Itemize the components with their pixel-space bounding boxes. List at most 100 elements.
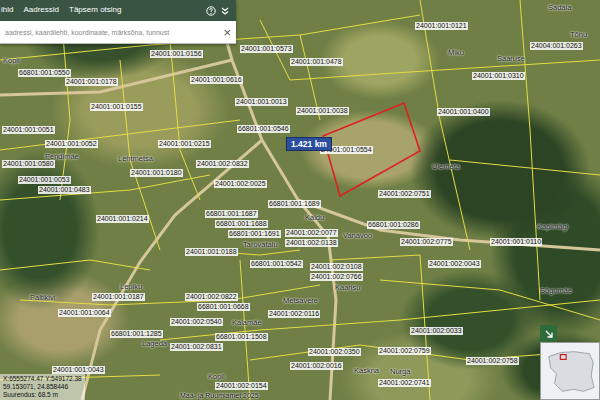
parcel-boundary xyxy=(160,300,600,340)
parcel-label[interactable]: 24001:001:0616 xyxy=(190,76,243,84)
road xyxy=(82,140,262,400)
place-label: Kalamäe xyxy=(232,318,262,327)
parcel-label[interactable]: 24001:001:0043 xyxy=(52,366,105,374)
parcel-label[interactable]: 24001:002:0154 xyxy=(215,382,268,390)
parcel-label[interactable]: 24001:001:0478 xyxy=(290,58,343,66)
parcel-label[interactable]: 66801:001:0668 xyxy=(197,303,250,311)
parcel-label[interactable]: 24001:001:0215 xyxy=(158,140,211,148)
parcel-label[interactable]: 24001:001:0053 xyxy=(18,176,71,184)
parcel-label[interactable]: 24001:002:0016 xyxy=(290,362,343,370)
parcel-label[interactable]: 66801:001:1508 xyxy=(215,333,268,341)
parcel-boundary xyxy=(380,280,600,320)
header-tab[interactable]: Aadressid xyxy=(23,3,59,18)
parcel-label[interactable]: 66801:001:0546 xyxy=(237,125,290,133)
header-tab[interactable]: ihid xyxy=(1,3,13,18)
parcel-label[interactable]: 24001:002:0116 xyxy=(268,310,320,318)
place-label: Tarovatalu xyxy=(243,240,278,249)
header-icons xyxy=(206,6,230,16)
parcel-label[interactable]: 66801:001:1285 xyxy=(110,330,163,338)
parcel-label[interactable]: 24001:002:0138 xyxy=(285,239,338,247)
parcel-boundary xyxy=(0,120,240,150)
place-label: Lepiku xyxy=(120,282,142,291)
parcel-label[interactable]: 24001:001:0214 xyxy=(96,215,149,223)
road xyxy=(298,200,600,250)
parcel-label[interactable]: 24001:002:0025 xyxy=(214,180,267,188)
parcel-label[interactable]: 24001:001:0052 xyxy=(45,140,98,148)
place-label: Nurga xyxy=(390,367,410,376)
parcel-label[interactable]: 66801:001:1688 xyxy=(215,220,268,228)
parcel-label[interactable]: 24001:002:0831 xyxy=(170,343,223,351)
parcel-label[interactable]: 24001:001:0180 xyxy=(130,169,183,177)
parcel-label[interactable]: 66801:001:0542 xyxy=(250,260,303,268)
coordinate-line: Suurendus: 68.5 m xyxy=(3,391,82,399)
help-icon[interactable] xyxy=(206,6,216,16)
parcel-label[interactable]: 24001:002:0741 xyxy=(378,379,431,387)
parcel-label[interactable]: 24001:002:0751 xyxy=(378,190,431,198)
header-bar: ihid Aadressid Täpsem otsing xyxy=(0,0,236,21)
arrow-icon xyxy=(544,329,554,339)
parcel-label[interactable]: 24001:001:0110 xyxy=(490,238,542,246)
parcel-boundary xyxy=(260,20,600,80)
parcel-label[interactable]: 66801:001:1687 xyxy=(205,210,258,218)
parcel-label[interactable]: 24001:002:0759 xyxy=(378,347,431,355)
parcel-label[interactable]: 24001:002:0077 xyxy=(285,229,338,237)
parcel-label[interactable]: 66801:001:0550 xyxy=(18,69,71,77)
parcel-label[interactable]: 24001:002:0832 xyxy=(196,160,249,168)
parcel-label[interactable]: 24001:001:0038 xyxy=(296,107,349,115)
parcel-label[interactable]: 24001:001:0483 xyxy=(38,186,91,194)
parcel-boundary xyxy=(450,160,600,175)
search-panel: ihid Aadressid Täpsem otsing × xyxy=(0,0,236,44)
place-label: Sadala xyxy=(548,3,571,12)
parcel-label[interactable]: 24001:001:0064 xyxy=(58,309,111,317)
parcel-label[interactable]: 24001:001:0400 xyxy=(437,108,490,116)
place-label: Kaarisu xyxy=(335,283,360,292)
parcel-label[interactable]: 24001:002:0775 xyxy=(400,238,453,246)
place-label: Kopli xyxy=(208,372,225,381)
place-label: Kopli xyxy=(3,56,20,65)
map-canvas[interactable]: KopliMikuSaaruseSadalaTõnuPendimäeLehtme… xyxy=(0,0,600,400)
parcel-label[interactable]: 24001:001:0155 xyxy=(90,103,143,111)
parcel-label[interactable]: 24001:001:0580 xyxy=(2,160,55,168)
parcel-label[interactable]: 24001:001:0013 xyxy=(235,98,288,106)
overview-map[interactable] xyxy=(540,342,600,400)
parcel-label[interactable]: 24001:002:0350 xyxy=(308,348,361,356)
parcel-boundary xyxy=(0,15,420,60)
parcel-label[interactable]: 24001:002:0766 xyxy=(310,273,363,281)
overview xyxy=(540,325,600,400)
parcel-label[interactable]: 66801:001:1691 xyxy=(228,230,281,238)
parcel-label[interactable]: 24001:001:0310 xyxy=(472,72,525,80)
parcel-label[interactable]: 24001:001:0573 xyxy=(240,45,293,53)
parcel-label[interactable]: 24001:002:0822 xyxy=(185,293,238,301)
parcel-label[interactable]: 66801:001:1689 xyxy=(268,200,321,208)
parcel-label[interactable]: 24001:002:0108 xyxy=(310,263,363,271)
parcel-boundary xyxy=(20,285,320,305)
header-tab[interactable]: Täpsem otsing xyxy=(69,3,121,18)
parcel-label[interactable]: 24001:001:0178 xyxy=(65,78,118,86)
collapse-icon[interactable] xyxy=(220,6,230,16)
parcel-boundary xyxy=(240,260,250,400)
search-input[interactable] xyxy=(5,29,219,36)
parcel-label[interactable]: 24001:001:0051 xyxy=(2,126,55,134)
parcel-label[interactable]: 24001:002:0540 xyxy=(170,318,223,326)
credit: Maa- ja Ruumiamet 2025 xyxy=(180,391,259,400)
parcel-boundary xyxy=(420,0,470,250)
parcel-label[interactable]: 24001:002:0043 xyxy=(428,260,481,268)
place-label: Tõnu xyxy=(570,30,587,39)
parcel-label[interactable]: 24001:002:0033 xyxy=(410,327,463,335)
place-label: Lageda xyxy=(142,339,167,348)
parcel-label[interactable]: 24004:001:0263 xyxy=(530,42,583,50)
parcel-label[interactable]: 24001:001:0188 xyxy=(185,248,238,256)
place-label: Metsavere xyxy=(283,296,318,305)
place-label: Ülemeta xyxy=(432,162,460,171)
parcel-label[interactable]: 24001:001:0156 xyxy=(150,50,203,58)
clear-button[interactable]: × xyxy=(223,26,231,39)
overview-toggle-button[interactable] xyxy=(540,325,557,342)
place-label: Lehtmetsa xyxy=(118,154,153,163)
parcel-label[interactable]: 24001:001:0187 xyxy=(92,293,145,301)
place-label: Vanavoo xyxy=(343,231,372,240)
parcel-label[interactable]: 66801:001:0286 xyxy=(367,221,420,229)
coordinate-line: 59.153071, 24.858446 xyxy=(3,383,82,391)
parcel-label[interactable]: 24001:002:0758 xyxy=(466,357,519,365)
parcel-label[interactable]: 24001:001:0121 xyxy=(415,22,468,30)
search-row: × xyxy=(0,21,236,44)
